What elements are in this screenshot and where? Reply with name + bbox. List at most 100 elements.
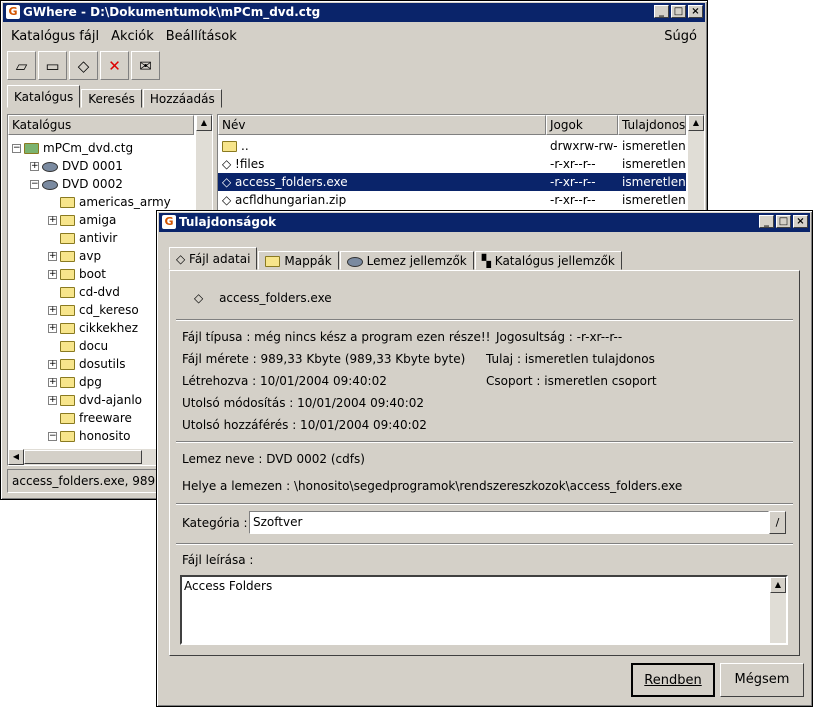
- tree-item-label: honosito: [79, 429, 131, 443]
- expander-icon[interactable]: +: [48, 252, 57, 261]
- folder-icon: [60, 341, 75, 352]
- file-row[interactable]: ◇ access_folders.exe -r-xr--r-- ismeretlen: [218, 173, 686, 191]
- tree-item[interactable]: + dosutils: [48, 355, 125, 373]
- hscroll-thumb[interactable]: [24, 450, 142, 464]
- folder-icon: [60, 377, 75, 388]
- tab-katalogus-jellemzok[interactable]: ▚ Katalógus jellemzők: [474, 251, 622, 270]
- file-row[interactable]: ◇ acfldhungarian.zip -r-xr--r-- ismeretlen: [218, 191, 686, 209]
- file-modified: Utolsó módosítás : 10/01/2004 09:40:02: [182, 396, 425, 410]
- tree-item-label: DVD 0001: [62, 159, 123, 173]
- folder-open-icon: [60, 431, 75, 442]
- tree-item[interactable]: antivir: [48, 229, 117, 247]
- separator: [176, 319, 793, 321]
- save-disk-icon[interactable]: ◇: [69, 51, 98, 80]
- expander-icon[interactable]: +: [48, 216, 57, 225]
- file-list[interactable]: Név Jogok Tulajdonos .. drwxrw-rw-ismeret…: [217, 114, 705, 224]
- scroll-left-icon[interactable]: ◀: [8, 449, 24, 465]
- open-folder-icon[interactable]: ▭: [38, 51, 67, 80]
- category-input[interactable]: Szoftver: [249, 511, 769, 534]
- menu-akciok[interactable]: Akciók: [105, 29, 160, 44]
- dialog-maximize-icon[interactable]: □: [776, 215, 791, 228]
- menu-beallitasok[interactable]: Beállítások: [160, 29, 243, 44]
- file-owner-cell: ismeretlen: [622, 175, 686, 189]
- main-titlebar[interactable]: G GWhere - D:\Dokumentumok\mPCm_dvd.ctg …: [3, 3, 705, 22]
- list-scroll-up-icon[interactable]: ▲: [688, 115, 704, 131]
- file-owner: Tulaj : ismeretlen tulajdonos: [486, 352, 655, 366]
- folder-icon: [60, 287, 75, 298]
- tab-mappak-label: Mappák: [284, 254, 332, 268]
- expander-icon[interactable]: +: [48, 396, 57, 405]
- file-row[interactable]: ◇ !files -r-xr--r-- ismeretlen: [218, 155, 686, 173]
- file-type-icon: ◇: [194, 291, 204, 305]
- expander-icon[interactable]: −: [30, 180, 39, 189]
- tree-item[interactable]: − honosito: [48, 427, 131, 445]
- menu-katalogus-fajl[interactable]: Katalógus fájl: [5, 29, 105, 44]
- category-dropdown-button[interactable]: /: [769, 511, 786, 534]
- separator: [176, 441, 793, 443]
- tree-item[interactable]: americas_army: [48, 193, 171, 211]
- column-name[interactable]: Név: [218, 115, 546, 135]
- file-name-text: ..: [241, 139, 249, 153]
- file-size: Fájl mérete : 989,33 Kbyte (989,33 Kbyte…: [182, 352, 466, 366]
- expander-icon[interactable]: +: [48, 360, 57, 369]
- tree-item[interactable]: docu: [48, 337, 108, 355]
- tree-item-label: dosutils: [79, 357, 126, 371]
- dialog-titlebar[interactable]: G Tulajdonságok _ □ ×: [159, 213, 810, 232]
- tree-item[interactable]: + cd_kereso: [48, 301, 139, 319]
- menu-sugo[interactable]: Súgó: [658, 29, 703, 44]
- tree-item[interactable]: freeware: [48, 409, 132, 427]
- menubar: Katalógus fájl Akciók Beállítások Súgó: [5, 25, 703, 47]
- close-icon[interactable]: ×: [688, 5, 703, 18]
- file-perm-cell: drwxrw-rw-: [550, 139, 618, 153]
- mail-icon[interactable]: ✉: [131, 51, 160, 80]
- dialog-minimize-icon[interactable]: _: [759, 215, 774, 228]
- minimize-icon[interactable]: _: [654, 5, 669, 18]
- delete-icon[interactable]: ✕: [100, 51, 129, 80]
- cancel-button[interactable]: Mégsem: [720, 663, 804, 697]
- file-row[interactable]: .. drwxrw-rw-ismeretlen: [218, 137, 686, 155]
- expander-icon[interactable]: +: [48, 270, 57, 279]
- tree-item[interactable]: + amiga: [48, 211, 116, 229]
- tree-item[interactable]: + dvd-ajanlo: [48, 391, 142, 409]
- tree-header[interactable]: Katalógus: [8, 115, 194, 135]
- tree-item[interactable]: + dpg: [48, 373, 102, 391]
- expander-icon[interactable]: +: [48, 306, 57, 315]
- column-jogok[interactable]: Jogok: [546, 115, 618, 135]
- folder-icon: [60, 305, 75, 316]
- maximize-icon[interactable]: □: [671, 5, 686, 18]
- expander-icon[interactable]: −: [48, 432, 57, 441]
- tab-fajl-adatai[interactable]: ◇ Fájl adatai: [169, 247, 258, 270]
- new-catalog-icon[interactable]: ▱: [7, 51, 36, 80]
- expander-icon[interactable]: +: [30, 162, 39, 171]
- separator: [176, 543, 793, 545]
- tree-item[interactable]: cd-dvd: [48, 283, 120, 301]
- file-name-cell: ◇ acfldhungarian.zip: [222, 191, 542, 209]
- expander-icon[interactable]: +: [48, 324, 57, 333]
- file-accessed: Utolsó hozzáférés : 10/01/2004 09:40:02: [182, 418, 427, 432]
- desc-scroll-up-icon[interactable]: ▲: [770, 577, 786, 593]
- scroll-up-icon[interactable]: ▲: [196, 115, 212, 131]
- tree-item-label: amiga: [79, 213, 117, 227]
- tab-hozzaadas[interactable]: Hozzáadás: [142, 89, 222, 108]
- column-tulajdonos[interactable]: Tulajdonos: [618, 115, 686, 135]
- ok-label: Rendben: [644, 673, 702, 688]
- ok-button[interactable]: Rendben: [631, 663, 715, 697]
- expander-icon[interactable]: −: [12, 144, 21, 153]
- tree-item[interactable]: + cikkekhez: [48, 319, 138, 337]
- tree-item[interactable]: + boot: [48, 265, 106, 283]
- tree-item[interactable]: − mPCm_dvd.ctg: [12, 139, 133, 157]
- tab-kereses[interactable]: Keresés: [81, 89, 142, 108]
- file-icon: ◇: [222, 193, 236, 207]
- tab-katalogus[interactable]: Katalógus: [7, 85, 81, 108]
- list-vscrollbar[interactable]: ▲: [688, 115, 704, 223]
- tree-item[interactable]: − DVD 0002: [30, 175, 123, 193]
- description-textarea[interactable]: Access Folders ▲: [180, 575, 788, 645]
- folder-up-icon: [222, 141, 237, 152]
- expander-icon[interactable]: +: [48, 378, 57, 387]
- tab-mappak[interactable]: Mappák: [258, 251, 339, 270]
- tab-lemez-jellemzok[interactable]: Lemez jellemzők: [339, 251, 474, 270]
- description-scrollbar[interactable]: ▲: [770, 577, 786, 643]
- tree-item[interactable]: + DVD 0001: [30, 157, 123, 175]
- dialog-close-icon[interactable]: ×: [793, 215, 808, 228]
- tree-item[interactable]: + avp: [48, 247, 101, 265]
